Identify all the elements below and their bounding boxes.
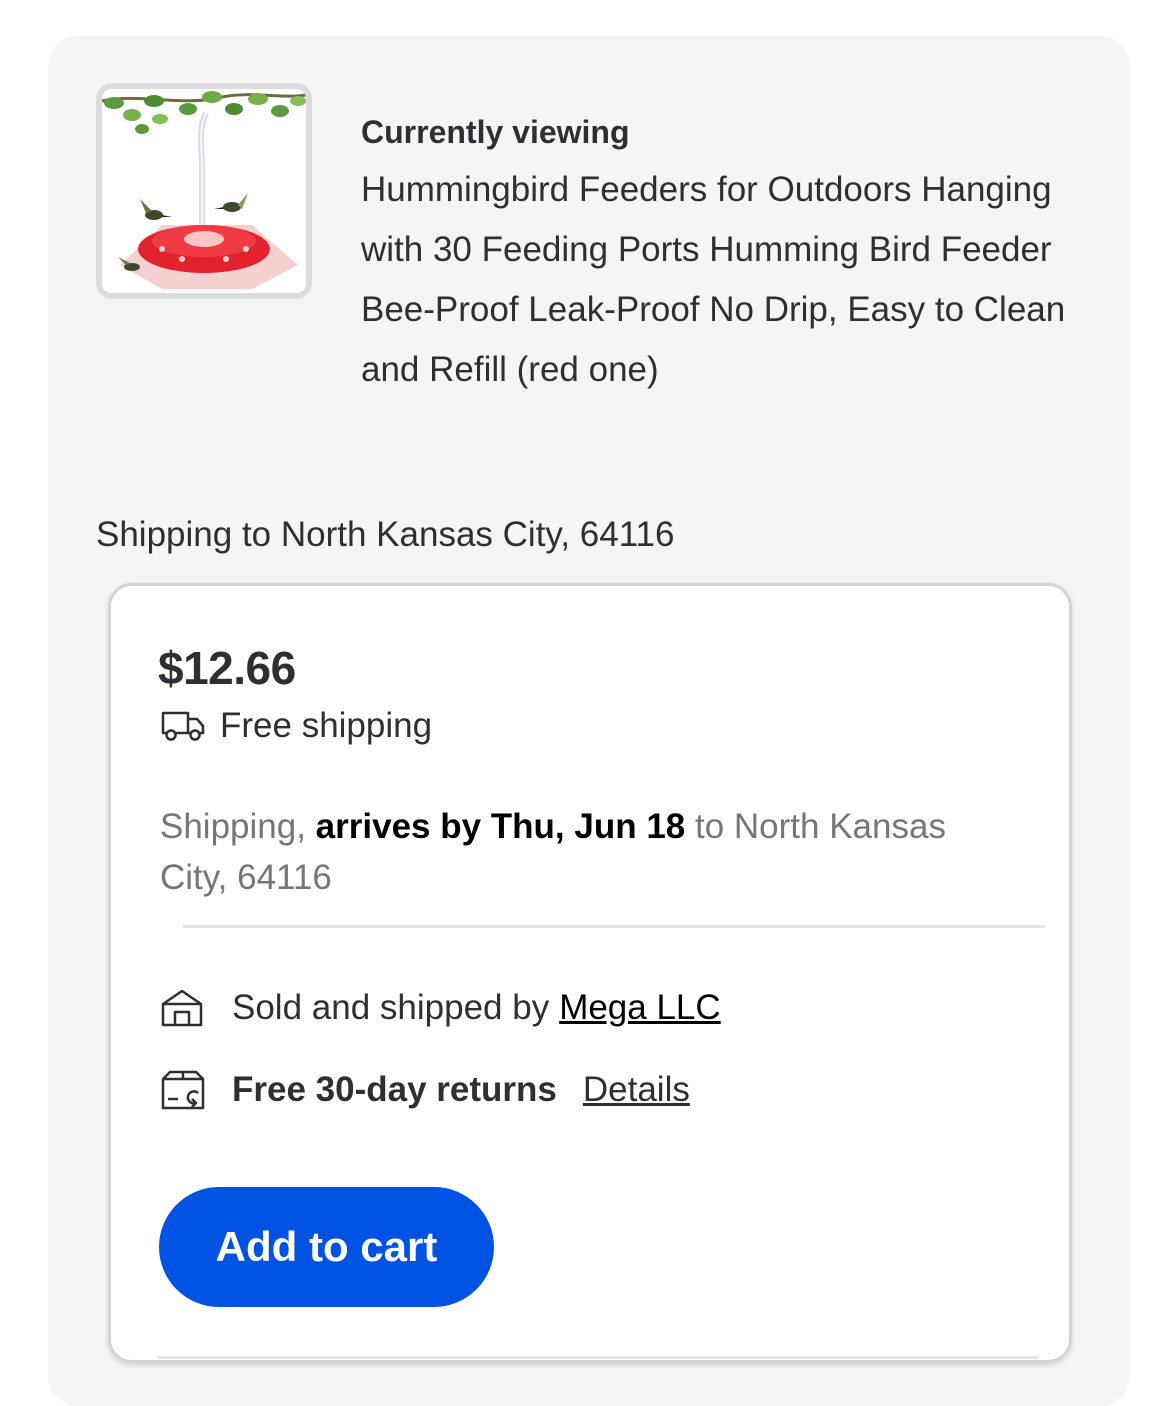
sold-by-label: Sold and shipped by xyxy=(232,988,550,1027)
free-returns-text: Free 30-day returns xyxy=(232,1070,557,1109)
product-thumbnail[interactable] xyxy=(96,83,312,299)
product-title[interactable]: Hummingbird Feeders for Outdoors Hanging… xyxy=(361,160,1081,400)
returns-box-icon xyxy=(161,1070,205,1110)
hummingbird-feeder-image xyxy=(102,89,306,293)
bottom-divider xyxy=(158,1356,1038,1359)
free-shipping-text: Free shipping xyxy=(220,706,433,745)
divider xyxy=(183,925,1045,928)
returns-details-link[interactable]: Details xyxy=(583,1070,690,1110)
add-to-cart-button[interactable]: Add to cart xyxy=(159,1187,494,1307)
currently-viewing-label: Currently viewing xyxy=(361,114,630,150)
arrival-date: arrives by Thu, Jun 18 xyxy=(315,807,686,846)
free-shipping-row: Free shipping xyxy=(160,702,432,750)
price: $12.66 xyxy=(158,642,296,694)
arrival-info: Shipping, arrives by Thu, Jun 18 to Nort… xyxy=(160,801,980,903)
sold-by-row: Sold and shipped by Mega LLC xyxy=(160,983,721,1033)
arrival-prefix: Shipping, xyxy=(160,807,316,846)
returns-row: Free 30-day returns Details xyxy=(160,1065,690,1115)
seller-link[interactable]: Mega LLC xyxy=(559,988,720,1028)
store-icon xyxy=(161,989,203,1027)
shipping-location[interactable]: Shipping to North Kansas City, 64116 xyxy=(96,511,675,559)
delivery-truck-icon xyxy=(161,711,205,741)
